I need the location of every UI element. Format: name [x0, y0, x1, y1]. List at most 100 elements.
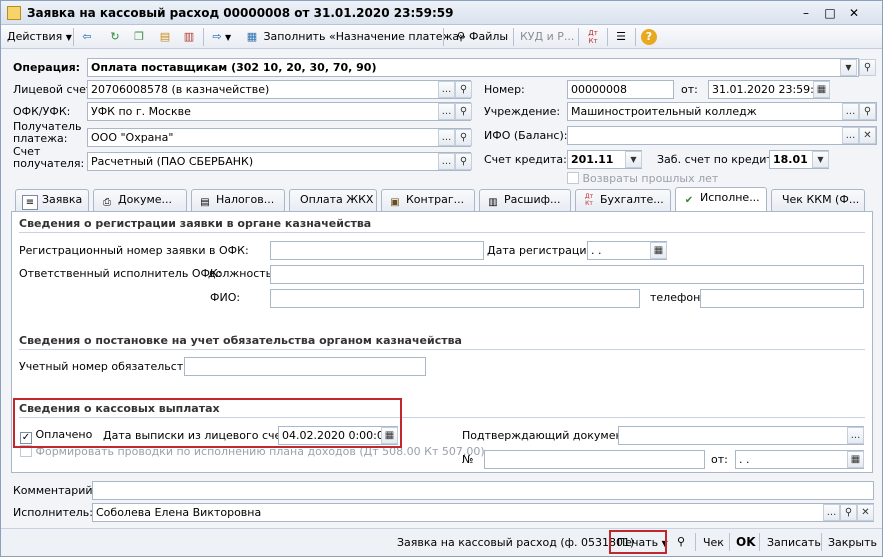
maximize-button[interactable]: □	[821, 4, 839, 22]
phone-label: телефон:	[650, 291, 705, 304]
institution-field[interactable]: Машиностроительный колледж	[567, 102, 877, 121]
close-window-button[interactable]: ✕	[845, 4, 863, 22]
tab-tax[interactable]: ▤ Налогов...	[191, 189, 285, 211]
recipient-field[interactable]: ООО "Охрана"	[87, 128, 471, 147]
go-to-list-button[interactable]: ⇦	[79, 27, 95, 47]
operation-select-button[interactable]: ⚲	[859, 59, 876, 76]
tab-label: Контраг...	[406, 193, 465, 206]
tab-execution[interactable]: ✔ Исполне...	[675, 187, 767, 212]
fill-purpose-label: Заполнить «Назначение платежа»	[263, 30, 466, 43]
check-button[interactable]: Чек	[703, 536, 724, 550]
printer-icon: ⎙	[103, 197, 111, 208]
unpost-document-icon: ▥	[183, 30, 195, 43]
credit-account-dropdown-button[interactable]: ▼	[625, 151, 642, 168]
save-button[interactable]: Записать	[767, 536, 821, 550]
recipient-open-button[interactable]: ⚲	[455, 129, 472, 146]
paperclip-icon: ⚲	[456, 30, 466, 43]
date-field[interactable]: 31.01.2020 23:59:59	[708, 80, 830, 99]
post-button[interactable]: ▤	[157, 27, 173, 47]
print-list-button[interactable]: ☰	[613, 27, 629, 47]
confirm-doc-label: Подтверждающий документ:	[462, 429, 633, 442]
ofk-open-button[interactable]: ⚲	[455, 103, 472, 120]
ok-button[interactable]: OK	[736, 535, 756, 549]
operation-label: Операция:	[13, 61, 81, 74]
executor-clear-button[interactable]: ✕	[857, 504, 874, 521]
clipboard-check-icon: ✔	[684, 195, 694, 206]
tab-documents[interactable]: ⎙ Докуме...	[93, 189, 187, 211]
tab-counterparty[interactable]: ▣ Контраг...	[381, 189, 475, 211]
kud-button[interactable]: КУД и Р...	[520, 27, 574, 47]
ofk-label: ОФК/УФК:	[13, 105, 71, 118]
confirm-doc-field[interactable]	[618, 426, 864, 445]
files-button[interactable]: ⚲ Файлы	[453, 27, 508, 47]
tab-utilities[interactable]: Оплата ЖКХ	[289, 189, 377, 211]
recipient-account-more-button[interactable]: ...	[438, 153, 455, 170]
credit-account-value: 201.11	[571, 153, 614, 166]
institution-open-button[interactable]: ⚲	[859, 103, 876, 120]
operation-dropdown-button[interactable]: ▼	[840, 59, 857, 76]
tab-accounting[interactable]: Дт Кт Бухгалте...	[575, 189, 671, 211]
minimize-button[interactable]: –	[797, 4, 815, 22]
recipient-account-field[interactable]: Расчетный (ПАО СБЕРБАНК)	[87, 152, 471, 171]
tab-breakdown[interactable]: ▥ Расшиф...	[479, 189, 571, 211]
ifo-field[interactable]	[567, 126, 877, 145]
search-icon: ⚲	[459, 84, 468, 95]
off-balance-label: Заб. счет по кредиту:	[657, 153, 783, 166]
reg-date-calendar-button[interactable]: ▦	[650, 242, 667, 259]
obligation-number-field[interactable]	[184, 357, 426, 376]
doc-date-calendar-button[interactable]: ▦	[847, 451, 864, 468]
refresh-button[interactable]: ↻	[107, 27, 123, 47]
executor-field[interactable]: Соболева Елена Викторовна	[92, 503, 874, 522]
search-icon: ⚲	[677, 535, 686, 548]
doc-date-field[interactable]: . .	[735, 450, 864, 469]
phone-field[interactable]	[700, 289, 864, 308]
print-form-link[interactable]: Заявка на кассовый расход (ф. 0531801)	[397, 536, 634, 550]
treasury-registration-title: Сведения о регистрации заявки в органе к…	[19, 217, 372, 230]
close-button[interactable]: Закрыть	[828, 536, 877, 550]
chevron-down-icon: ▼	[225, 33, 232, 42]
prior-years-checkbox[interactable]: Возвраты прошлых лет	[567, 172, 718, 186]
dtkt-button[interactable]: Дт Кт	[585, 27, 601, 47]
based-on-button[interactable]: ⇨ ▼	[209, 27, 231, 47]
unpost-button[interactable]: ▥	[181, 27, 197, 47]
doc-date-value: . .	[739, 453, 750, 466]
off-balance-value: 18.01	[773, 153, 808, 166]
date-calendar-button[interactable]: ▦	[813, 81, 830, 98]
fio-field[interactable]	[270, 289, 640, 308]
fill-purpose-button[interactable]: ▦ Заполнить «Назначение платежа»	[244, 27, 466, 47]
account-open-button[interactable]: ⚲	[455, 81, 472, 98]
executor-open-button[interactable]: ⚲	[840, 504, 857, 521]
preview-button[interactable]: ⚲	[677, 535, 685, 549]
search-icon: ⚲	[459, 156, 468, 167]
ifo-more-button[interactable]: ...	[842, 127, 859, 144]
recipient-more-button[interactable]: ...	[438, 129, 455, 146]
ofk-value: УФК по г. Москве	[91, 105, 191, 118]
doc-number-field[interactable]	[484, 450, 705, 469]
reg-date-label: Дата регистрации:	[487, 244, 598, 257]
ofk-field[interactable]: УФК по г. Москве	[87, 102, 471, 121]
ifo-clear-button[interactable]: ✕	[859, 127, 876, 144]
ofk-more-button[interactable]: ...	[438, 103, 455, 120]
calendar-icon: ▦	[653, 245, 664, 256]
reg-number-field[interactable]	[270, 241, 484, 260]
close-icon: ✕	[861, 507, 870, 518]
comment-field[interactable]	[92, 481, 874, 500]
tab-kkm-receipt[interactable]: Чек ККМ (Ф...	[771, 189, 865, 211]
confirm-doc-more-button[interactable]: ...	[847, 427, 864, 444]
institution-more-button[interactable]: ...	[842, 103, 859, 120]
executor-more-button[interactable]: ...	[823, 504, 840, 521]
off-balance-dropdown-button[interactable]: ▼	[812, 151, 829, 168]
number-label: Номер:	[484, 83, 525, 96]
number-field[interactable]: 00000008	[567, 80, 674, 99]
list-icon: ☰	[616, 30, 626, 43]
account-more-button[interactable]: ...	[438, 81, 455, 98]
actions-menu[interactable]: Действия ▼	[7, 27, 72, 47]
help-button[interactable]: ?	[641, 27, 657, 47]
operation-field[interactable]: Оплата поставщикам (302 10, 20, 30, 70, …	[87, 58, 859, 77]
dtkt-icon: Дт Кт	[588, 29, 598, 45]
tab-request[interactable]: ≡ Заявка	[15, 189, 89, 211]
recipient-account-open-button[interactable]: ⚲	[455, 153, 472, 170]
account-field[interactable]: 20706008578 (в казначействе)	[87, 80, 471, 99]
position-field[interactable]	[270, 265, 864, 284]
copy-button[interactable]: ❐	[131, 27, 147, 47]
